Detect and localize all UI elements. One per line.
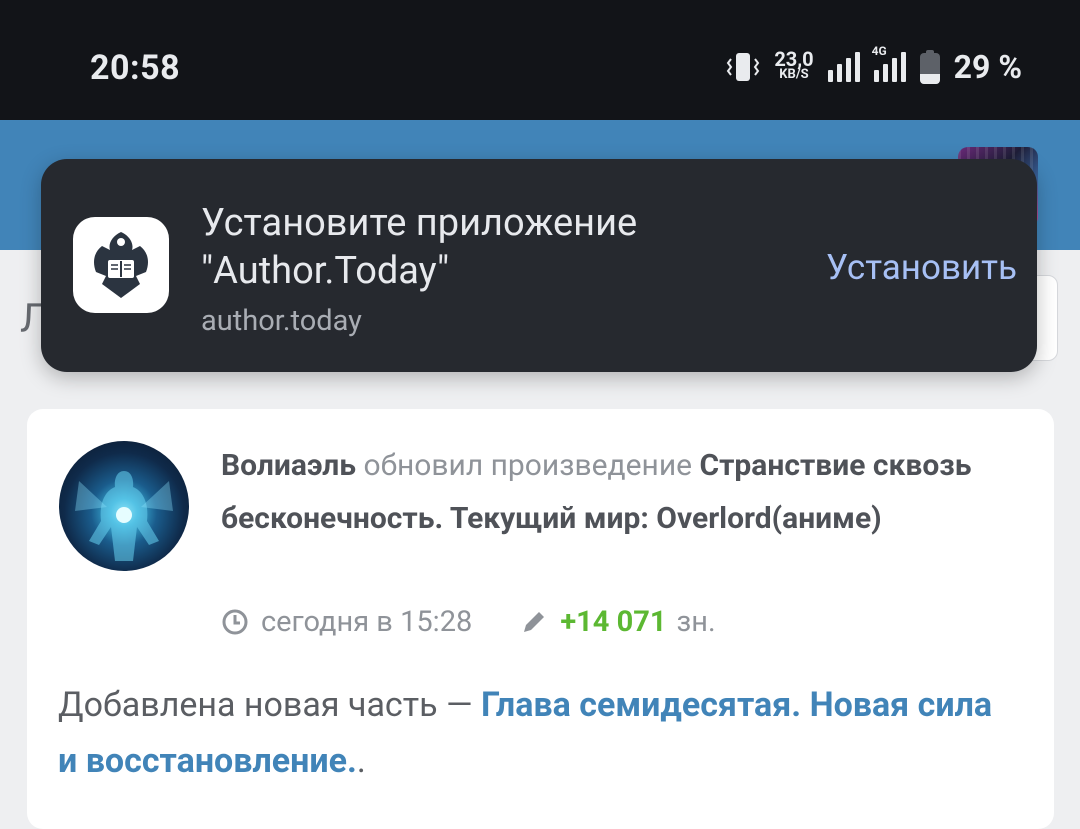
update-description: Добавлена новая часть — Глава семидесята… [58,677,1018,789]
author-link[interactable]: Волиаэль [221,448,356,483]
battery-icon [919,50,940,84]
author-today-logo-icon [73,217,169,313]
status-icons: 23,0 KB/S 4G 29 % [726,44,1022,86]
action-text: обновил произведение [363,448,693,483]
author-avatar[interactable] [59,441,189,571]
network-speed: 23,0 KB/S [774,47,814,83]
chars-added: +14 071 [560,605,667,639]
battery-percent: 29 % [953,48,1022,86]
status-bar: 20:58 23,0 KB/S 4G 29 % [0,0,1080,120]
wifi-signal-icon [827,52,860,82]
feed-meta: сегодня в 15:28 +14 071 зн. [221,605,716,639]
clock-icon [222,609,248,635]
speed-value: 23,0 [774,47,814,71]
install-button[interactable]: Установить [826,247,1017,288]
feed-card: Волиаэль обновил произведение Странствие… [27,409,1054,829]
speed-unit: KB/S [779,67,809,82]
banner-title: Установите приложение "Author.Today" [201,201,638,293]
update-time: сегодня в 15:28 [261,605,473,639]
chars-unit: зн. [676,605,716,639]
banner-url: author.today [201,304,362,338]
update-text: Добавлена новая часть — [58,685,473,725]
cellular-signal-icon: 4G [872,44,906,82]
vibrate-icon [727,53,760,81]
trailing-punct: . [356,741,366,781]
feed-headline: Волиаэль обновил произведение Странствие… [221,439,1021,545]
status-time: 20:58 [90,48,181,88]
network-type: 4G [871,44,887,58]
install-app-banner: Установите приложение "Author.Today" aut… [41,159,1037,372]
pencil-icon [524,612,545,632]
